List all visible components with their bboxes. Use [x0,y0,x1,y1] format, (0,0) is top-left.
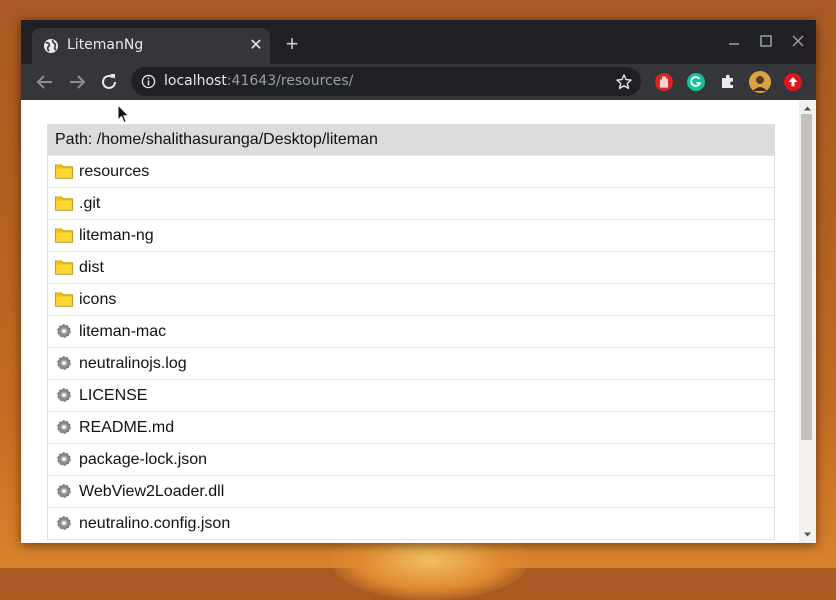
entry-name: liteman-ng [79,227,154,244]
entry-name: README.md [79,419,175,436]
entry-name: LICENSE [79,387,148,404]
forward-arrow-icon[interactable] [65,70,89,94]
url-host: localhost [164,73,227,89]
file-row[interactable]: liteman-mac [48,316,774,348]
entry-name: .git [79,195,101,212]
gear-icon [57,452,71,466]
folder-row[interactable]: .git [48,188,774,220]
file-row[interactable]: package-lock.json [48,444,774,476]
grammarly-icon[interactable] [686,72,706,92]
url-path: :41643/resources/ [226,73,354,89]
puzzle-extensions-icon[interactable] [718,72,738,92]
new-tab-button[interactable]: + [280,33,304,57]
mouse-cursor-icon [117,104,129,124]
folder-icon [55,292,73,307]
back-arrow-icon[interactable] [33,70,57,94]
gear-icon [57,324,71,338]
path-header: Path: /home/shalithasuranga/Desktop/lite… [48,125,774,156]
title-bar: LitemanNg ✕ + [21,20,816,64]
entry-name: liteman-mac [79,323,167,340]
folder-row[interactable]: liteman-ng [48,220,774,252]
folder-icon [55,196,73,211]
file-row[interactable]: neutralino.config.json [48,508,774,540]
entry-name: WebView2Loader.dll [79,483,225,500]
entry-name: resources [79,163,150,180]
entry-name: neutralino.config.json [79,515,231,532]
scrollbar-thumb[interactable] [801,114,812,440]
info-icon[interactable] [141,74,156,89]
gear-icon [57,516,71,530]
browser-tab[interactable]: LitemanNg ✕ [32,28,270,64]
entry-name: package-lock.json [79,451,208,468]
profile-avatar[interactable] [749,71,771,93]
entry-name: dist [79,259,104,276]
page-content: Path: /home/shalithasuranga/Desktop/lite… [21,100,816,543]
file-row[interactable]: WebView2Loader.dll [48,476,774,508]
star-icon[interactable] [615,73,633,91]
maximize-icon[interactable] [757,32,775,50]
browser-window: LitemanNg ✕ + localhost:41643/resources/… [21,20,816,543]
reload-icon[interactable] [97,70,121,94]
hand-extension-icon[interactable] [654,72,674,92]
update-icon[interactable] [783,72,803,92]
close-icon[interactable] [789,32,807,50]
minimize-icon[interactable] [725,32,743,50]
file-row[interactable]: neutralinojs.log [48,348,774,380]
gear-icon [57,420,71,434]
folder-icon [55,164,73,179]
gear-icon [57,356,71,370]
url-text[interactable]: localhost:41643/resources/ [164,73,353,89]
gear-icon [57,484,71,498]
scroll-down-arrow-icon[interactable] [803,530,812,539]
file-row[interactable]: README.md [48,412,774,444]
folder-row[interactable]: resources [48,156,774,188]
entry-name: neutralinojs.log [79,355,187,372]
scroll-up-arrow-icon[interactable] [803,104,812,113]
folder-row[interactable]: icons [48,284,774,316]
entry-name: icons [79,291,117,308]
tab-close-icon[interactable]: ✕ [246,36,266,56]
vertical-scrollbar[interactable] [799,100,816,543]
file-listing: Path: /home/shalithasuranga/Desktop/lite… [47,124,775,540]
folder-icon [55,228,73,243]
address-bar[interactable]: localhost:41643/resources/ [131,67,641,96]
folder-icon [55,260,73,275]
gear-icon [57,388,71,402]
tab-title: LitemanNg [67,37,144,53]
folder-row[interactable]: dist [48,252,774,284]
globe-icon [44,39,58,53]
browser-toolbar: localhost:41643/resources/ [21,64,816,100]
file-row[interactable]: LICENSE [48,380,774,412]
